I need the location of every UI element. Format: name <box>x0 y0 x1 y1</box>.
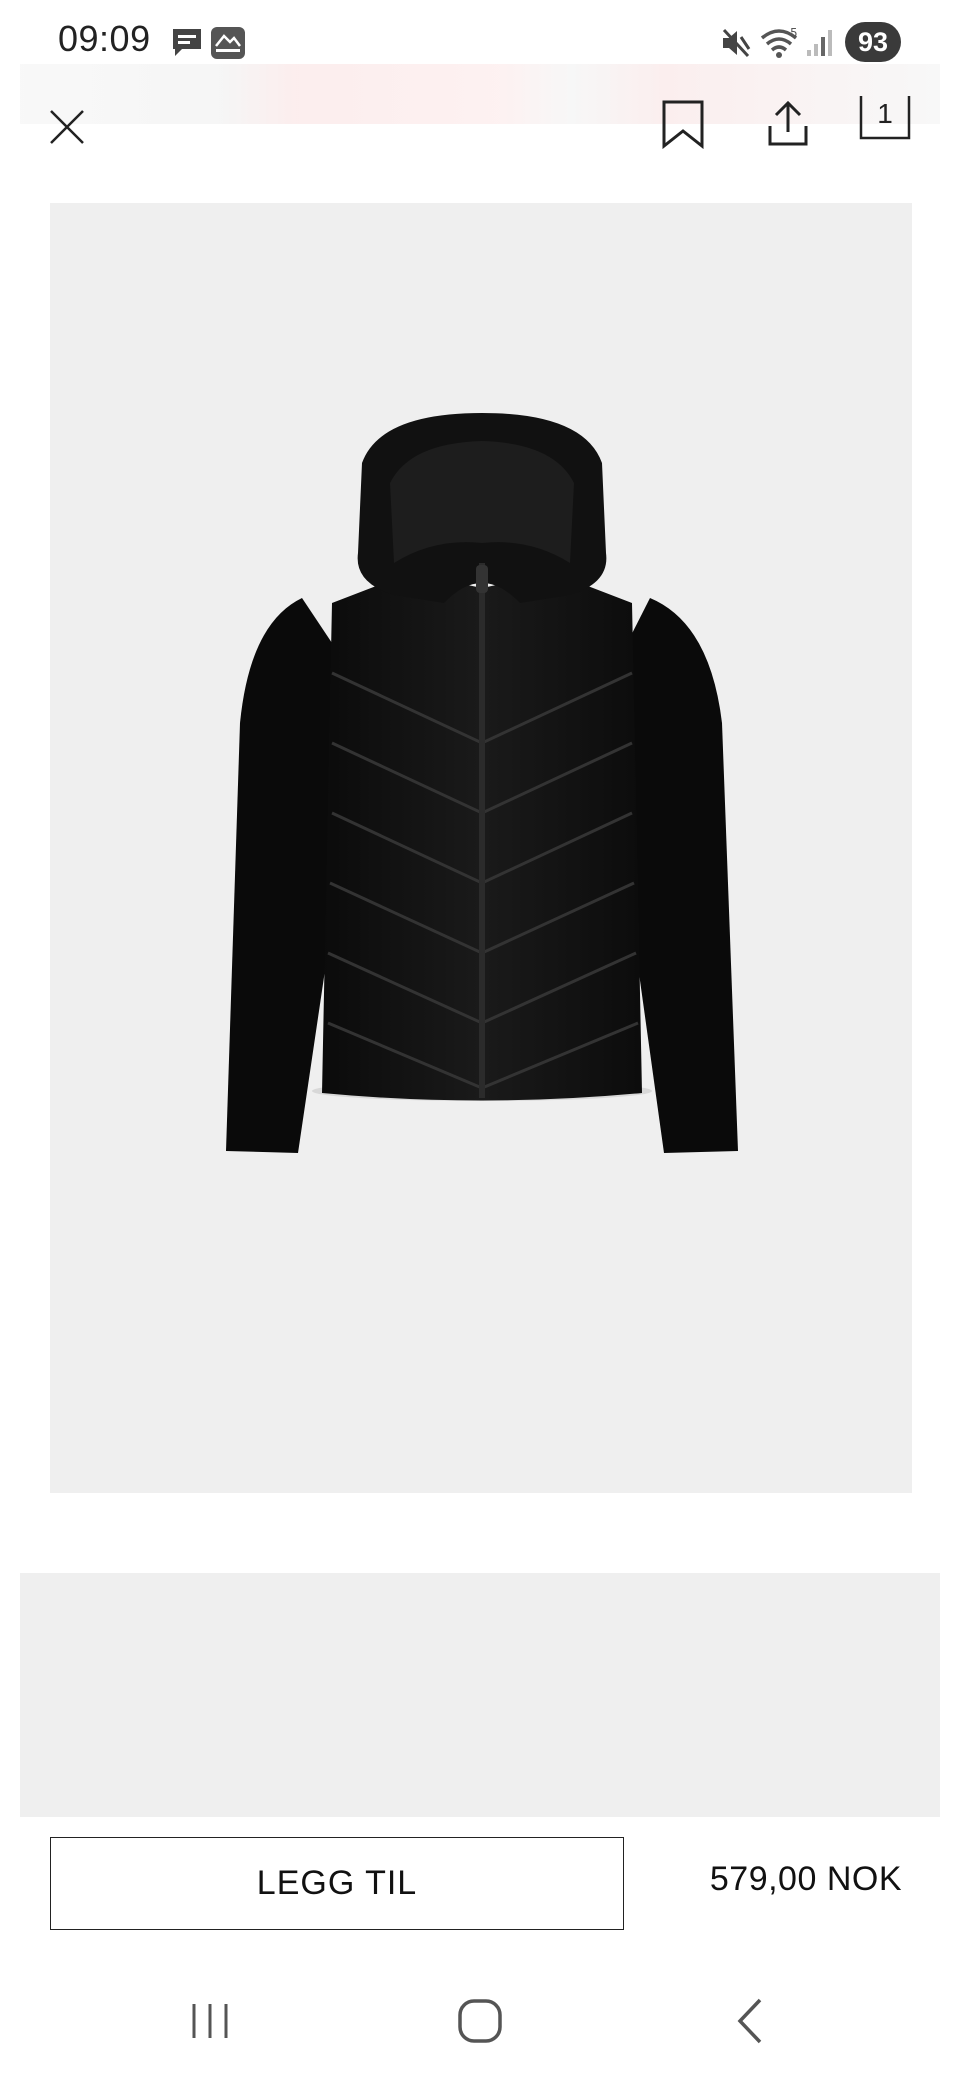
svg-text:5: 5 <box>790 26 798 40</box>
bag-count: 1 <box>877 98 893 129</box>
battery-indicator: 93 <box>845 22 901 62</box>
share-button[interactable] <box>760 96 816 152</box>
bookmark-icon <box>662 100 704 149</box>
close-button[interactable] <box>40 100 94 154</box>
product-price: 579,00 NOK <box>709 1860 902 1898</box>
wifi-icon: 5 <box>760 26 802 65</box>
close-icon <box>50 110 84 144</box>
add-to-bag-button[interactable]: LEGG TIL <box>50 1837 624 1930</box>
product-image[interactable] <box>50 203 912 1493</box>
back-button[interactable] <box>720 1994 780 2048</box>
share-icon <box>768 100 808 146</box>
home-button[interactable] <box>450 1994 510 2048</box>
back-icon <box>737 1998 762 2044</box>
recents-button[interactable] <box>180 1996 240 2046</box>
system-nav-bar <box>0 1960 960 2080</box>
product-details-placeholder <box>20 1573 940 1817</box>
jacket-illustration <box>226 413 738 1153</box>
recents-icon <box>192 2004 228 2038</box>
bookmark-button[interactable] <box>655 96 711 152</box>
mydlink-icon <box>210 26 246 65</box>
message-icon <box>170 26 204 65</box>
status-time: 09:09 <box>58 18 151 59</box>
bag-button[interactable]: 1 <box>858 96 912 142</box>
home-icon <box>458 1999 502 2043</box>
mute-icon <box>720 28 752 63</box>
signal-icon <box>805 28 833 63</box>
